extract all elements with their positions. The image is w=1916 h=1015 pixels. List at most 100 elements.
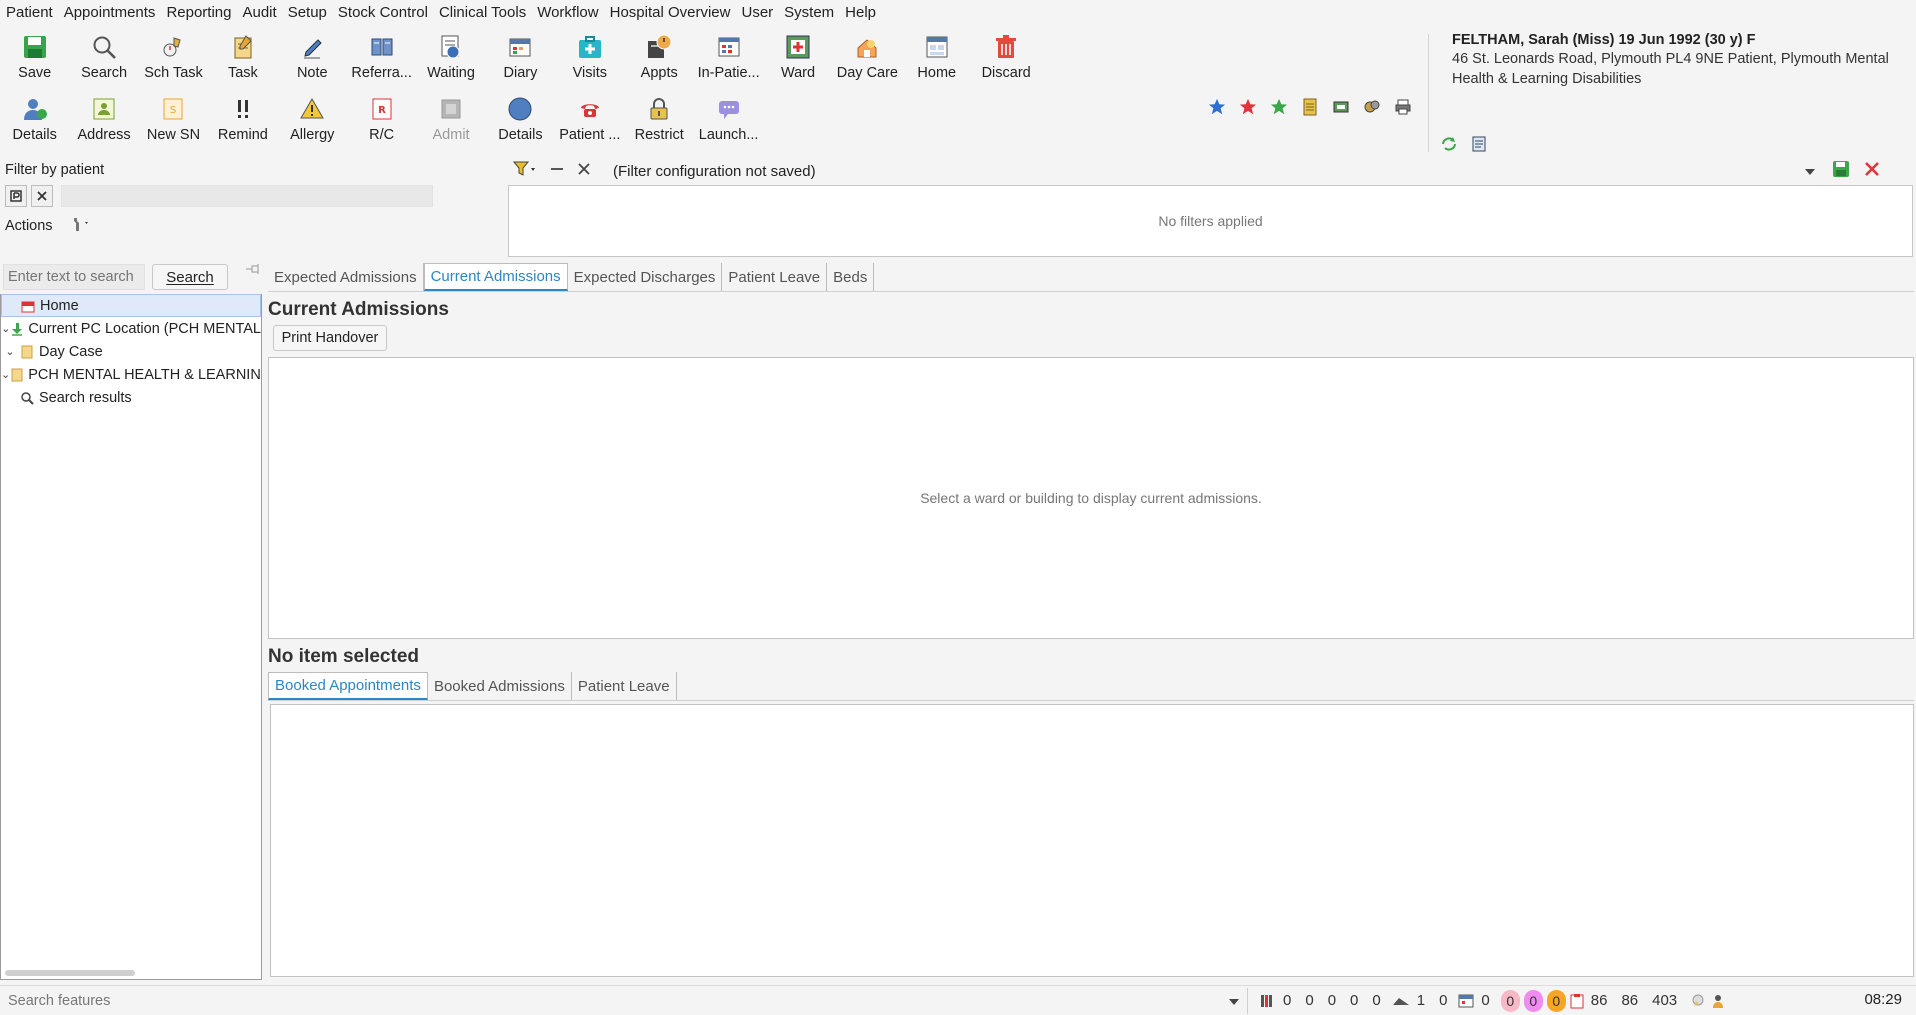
close-filter-icon[interactable] <box>577 162 591 180</box>
tree-horizontal-scrollbar[interactable] <box>5 970 135 976</box>
menu-appointments[interactable]: Appointments <box>64 4 163 21</box>
menu-patient[interactable]: Patient <box>6 4 60 21</box>
toolbar-button-sch-task[interactable]: Sch Task <box>139 32 208 90</box>
save-filter-icon[interactable] <box>1832 160 1850 182</box>
tab-booked-appointments[interactable]: Booked Appointments <box>268 672 428 700</box>
patient-banner[interactable]: FELTHAM, Sarah (Miss) 19 Jun 1992 (30 y)… <box>1452 32 1907 89</box>
menu-user[interactable]: User <box>741 4 780 21</box>
status-badge[interactable]: 0 <box>1546 989 1566 1012</box>
actions-wrench-icon[interactable] <box>70 216 92 236</box>
green-star-icon[interactable] <box>1268 96 1290 118</box>
printer-icon[interactable] <box>1392 96 1414 118</box>
menu-setup[interactable]: Setup <box>288 4 334 21</box>
tab-patient-leave[interactable]: Patient Leave <box>722 263 828 291</box>
minimize-icon[interactable] <box>549 161 565 181</box>
launch-chat-icon <box>714 94 744 124</box>
toolbar-button-waiting[interactable]: Waiting <box>416 32 485 90</box>
patient-filter-input[interactable] <box>61 185 433 207</box>
toolbar-button-save[interactable]: Save <box>0 32 69 90</box>
tree-item-current-pc-location-pch-mental[interactable]: ⌄ Current PC Location (PCH MENTAL <box>1 317 261 340</box>
toolbar-button-patient-2[interactable]: Patient ... <box>555 94 624 152</box>
expand-chevron-icon[interactable]: ⌄ <box>1 322 10 335</box>
toolbar-button-visits[interactable]: Visits <box>555 32 624 90</box>
status-badge[interactable]: 0 <box>1500 989 1520 1012</box>
menu-system[interactable]: System <box>784 4 841 21</box>
tab-beds[interactable]: Beds <box>827 263 875 291</box>
svg-text:R: R <box>378 105 386 116</box>
toolbar-button-label: Referra... <box>351 65 412 81</box>
toolbar-button-home[interactable]: Home <box>902 32 971 90</box>
tree-item-pch-mental-health-learning[interactable]: ⌄ PCH MENTAL HEALTH & LEARNING <box>1 363 261 386</box>
tree-item-search-results[interactable]: Search results <box>1 386 261 409</box>
filter-tools <box>509 160 605 182</box>
tree-search-button[interactable]: Search <box>152 264 228 290</box>
toolbar-button-label: Admit <box>432 127 470 143</box>
menu-reporting[interactable]: Reporting <box>166 4 238 21</box>
tab-current-admissions[interactable]: Current Admissions <box>423 263 568 291</box>
tab-patient-leave[interactable]: Patient Leave <box>572 672 677 700</box>
pin-icon[interactable] <box>245 262 261 279</box>
toolbar-button-day-care[interactable]: Day Care <box>833 32 902 90</box>
expand-chevron-icon[interactable]: ⌄ <box>1 345 19 358</box>
toolbar-button-details-2[interactable]: Details <box>0 94 69 152</box>
clipboard-icon[interactable] <box>1570 993 1584 1009</box>
toolbar-button-allergy-2[interactable]: Allergy <box>278 94 347 152</box>
refresh-icon[interactable] <box>1438 133 1460 155</box>
toolbar-button-remind-2[interactable]: Remind <box>208 94 277 152</box>
tab-expected-discharges[interactable]: Expected Discharges <box>568 263 723 291</box>
menu-clinical-tools[interactable]: Clinical Tools <box>439 4 533 21</box>
user-icon[interactable] <box>1710 993 1726 1009</box>
toolbar-button-note[interactable]: Note <box>278 32 347 90</box>
tree-search-input[interactable] <box>3 264 145 290</box>
detail-tabs: Booked Appointments Booked Admissions Pati… <box>268 672 677 700</box>
menu-stock-control[interactable]: Stock Control <box>338 4 435 21</box>
clear-patient-filter-button[interactable] <box>31 185 53 207</box>
filter-funnel-icon[interactable] <box>512 160 537 182</box>
toolbar-button-details-2[interactable]: Details <box>486 94 555 152</box>
card-icon[interactable] <box>1330 96 1352 118</box>
task-icon <box>228 32 258 62</box>
menu-audit[interactable]: Audit <box>242 4 283 21</box>
tab-booked-admissions[interactable]: Booked Admissions <box>428 672 572 700</box>
toolbar-button-task[interactable]: Task <box>208 32 277 90</box>
gears-icon[interactable] <box>1361 96 1383 118</box>
red-star-icon[interactable] <box>1237 96 1259 118</box>
toolbar-button-restrict-2[interactable]: Restrict <box>625 94 694 152</box>
notes-icon[interactable] <box>1468 133 1490 155</box>
toolbar-button-diary[interactable]: Diary <box>486 32 555 90</box>
waiting-list-icon <box>436 32 466 62</box>
print-handover-button[interactable]: Print Handover <box>273 325 387 351</box>
patient-lookup-button[interactable] <box>5 185 27 207</box>
download-arrow-icon <box>10 321 24 337</box>
filter-config-select[interactable]: (Filter configuration not saved) <box>605 158 1822 184</box>
toolbar-button-r-c-2[interactable]: R R/C <box>347 94 416 152</box>
tab-expected-admissions[interactable]: Expected Admissions <box>268 263 424 291</box>
actions-label: Actions <box>5 218 53 234</box>
menu-workflow[interactable]: Workflow <box>537 4 605 21</box>
toolbar-button-launch-2[interactable]: Launch... <box>694 94 763 152</box>
toolbar-button-appts[interactable]: Appts <box>625 32 694 90</box>
document-icon[interactable] <box>1299 96 1321 118</box>
toolbar-button-new-sn-2[interactable]: S New SN <box>139 94 208 152</box>
search-features-field[interactable]: Search features <box>0 987 1248 1014</box>
ambulance-icon[interactable] <box>1392 994 1410 1008</box>
status-badge[interactable]: 0 <box>1523 989 1543 1012</box>
toolbar-button-referra[interactable]: Referra... <box>347 32 416 90</box>
toolbar-button-in-patie[interactable]: In-Patie... <box>694 32 763 90</box>
toolbar-button-address-2[interactable]: Address <box>69 94 138 152</box>
delete-filter-icon[interactable] <box>1864 161 1880 181</box>
tree-item-home[interactable]: Home <box>1 294 261 317</box>
tree-item-day-case[interactable]: ⌄ Day Case <box>1 340 261 363</box>
weather-icon[interactable] <box>1688 993 1706 1009</box>
menu-hospital-overview[interactable]: Hospital Overview <box>610 4 738 21</box>
menu-help[interactable]: Help <box>845 4 883 21</box>
calendar-icon[interactable] <box>1458 993 1474 1009</box>
toolbar-button-search[interactable]: Search <box>69 32 138 90</box>
toolbar-button-ward[interactable]: Ward <box>763 32 832 90</box>
bed-count-icon[interactable] <box>1260 993 1276 1009</box>
folder-icon <box>10 367 24 383</box>
toolbar-button-discard[interactable]: Discard <box>971 32 1040 90</box>
blue-star-icon[interactable] <box>1206 96 1228 118</box>
expand-chevron-icon[interactable]: ⌄ <box>1 368 10 381</box>
patient-name: FELTHAM, Sarah (Miss) 19 Jun 1992 (30 y)… <box>1452 32 1756 48</box>
